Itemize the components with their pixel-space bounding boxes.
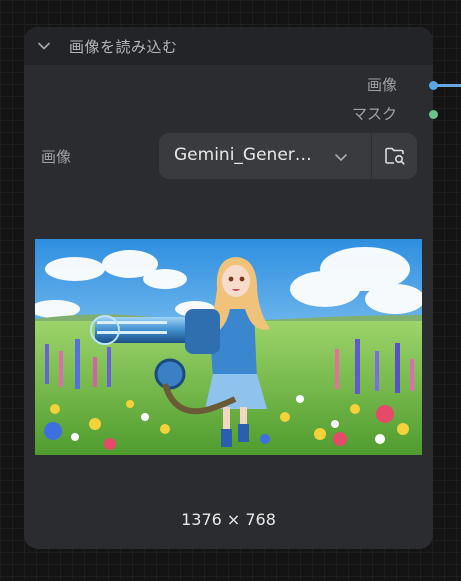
folder-search-icon	[385, 147, 405, 165]
output-image: 画像	[367, 74, 409, 95]
image-preview[interactable]	[35, 239, 422, 455]
output-image-label: 画像	[366, 76, 397, 94]
image-select-combo[interactable]: Gemini_Gener…	[159, 133, 417, 179]
browse-image-button[interactable]	[372, 133, 417, 179]
collapse-chevron-icon[interactable]	[37, 39, 51, 53]
image-output-wire	[434, 84, 461, 87]
output-image-socket[interactable]	[429, 81, 438, 90]
node-title: 画像を読み込む	[69, 38, 178, 56]
image-widget-label: 画像	[41, 148, 72, 166]
output-mask-socket[interactable]	[429, 110, 438, 119]
load-image-node[interactable]: 画像を読み込む 画像 マスク 画像 Gemini_Gener… 1376 × 7…	[24, 27, 438, 549]
image-dimensions: 1376 × 768	[181, 510, 276, 529]
image-select-value[interactable]: Gemini_Gener…	[174, 145, 324, 165]
preview-illustration	[35, 239, 422, 455]
output-mask-label: マスク	[351, 105, 397, 123]
output-mask: マスク	[352, 103, 409, 124]
node-header[interactable]: 画像を読み込む	[24, 27, 433, 65]
chevron-down-icon[interactable]	[333, 149, 349, 165]
